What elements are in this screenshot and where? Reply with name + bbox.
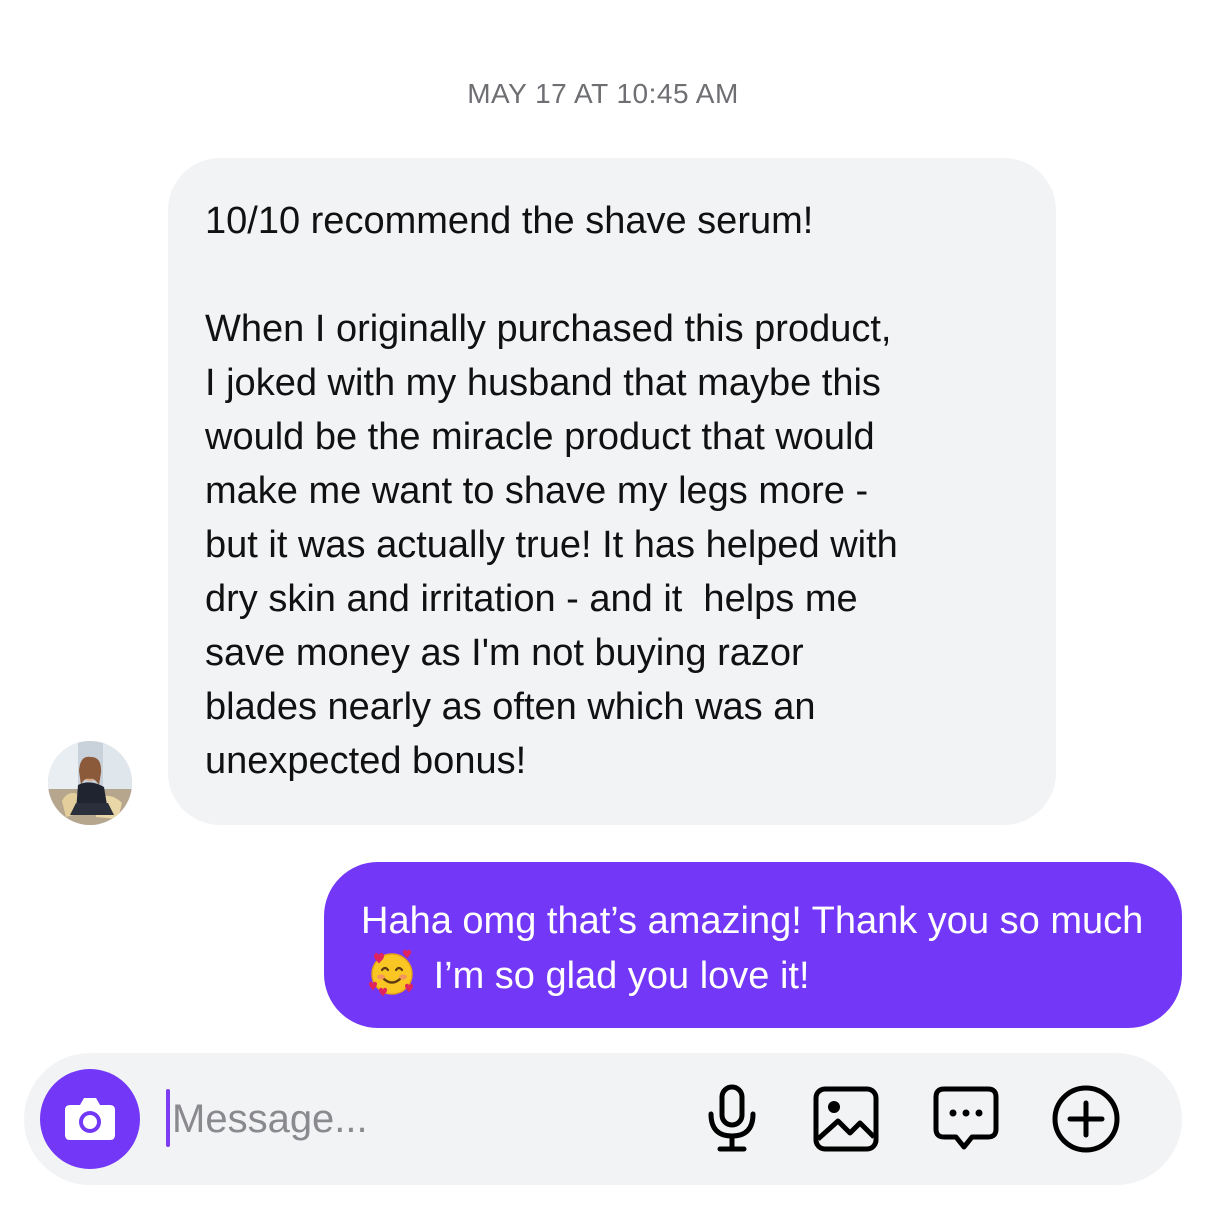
plus-circle-icon xyxy=(1052,1085,1120,1153)
outgoing-message-text-end: I’m so glad you love it! xyxy=(433,955,810,997)
smiling-face-with-hearts-icon xyxy=(369,949,413,997)
incoming-message-headline: 10/10 recommend the shave serum! xyxy=(205,200,814,242)
incoming-message-bubble[interactable]: 10/10 recommend the shave serum! When I … xyxy=(168,158,1056,825)
gallery-icon xyxy=(813,1086,879,1152)
thread-timestamp: MAY 17 AT 10:45 AM xyxy=(467,78,739,109)
incoming-message-row: 10/10 recommend the shave serum! When I … xyxy=(0,158,1206,826)
message-composer xyxy=(24,1053,1182,1185)
message-input[interactable] xyxy=(172,1087,672,1151)
microphone-icon xyxy=(708,1084,756,1152)
plus-button[interactable] xyxy=(1050,1083,1122,1155)
camera-button[interactable] xyxy=(40,1069,140,1169)
avatar-photo-icon xyxy=(48,741,132,825)
camera-icon xyxy=(65,1098,115,1140)
sticker-chat-button[interactable] xyxy=(930,1083,1002,1155)
microphone-button[interactable] xyxy=(696,1083,768,1155)
sender-avatar[interactable] xyxy=(48,741,132,825)
incoming-message-body: When I originally purchased this product… xyxy=(205,308,898,782)
outgoing-message-bubble[interactable]: Haha omg that’s amazing! Thank you so mu… xyxy=(324,862,1182,1028)
sticker-chat-icon xyxy=(933,1086,999,1150)
gallery-button[interactable] xyxy=(810,1083,882,1155)
outgoing-message-text-start: Haha omg that’s amazing! Thank you so mu… xyxy=(361,900,1144,942)
text-caret xyxy=(166,1089,170,1147)
